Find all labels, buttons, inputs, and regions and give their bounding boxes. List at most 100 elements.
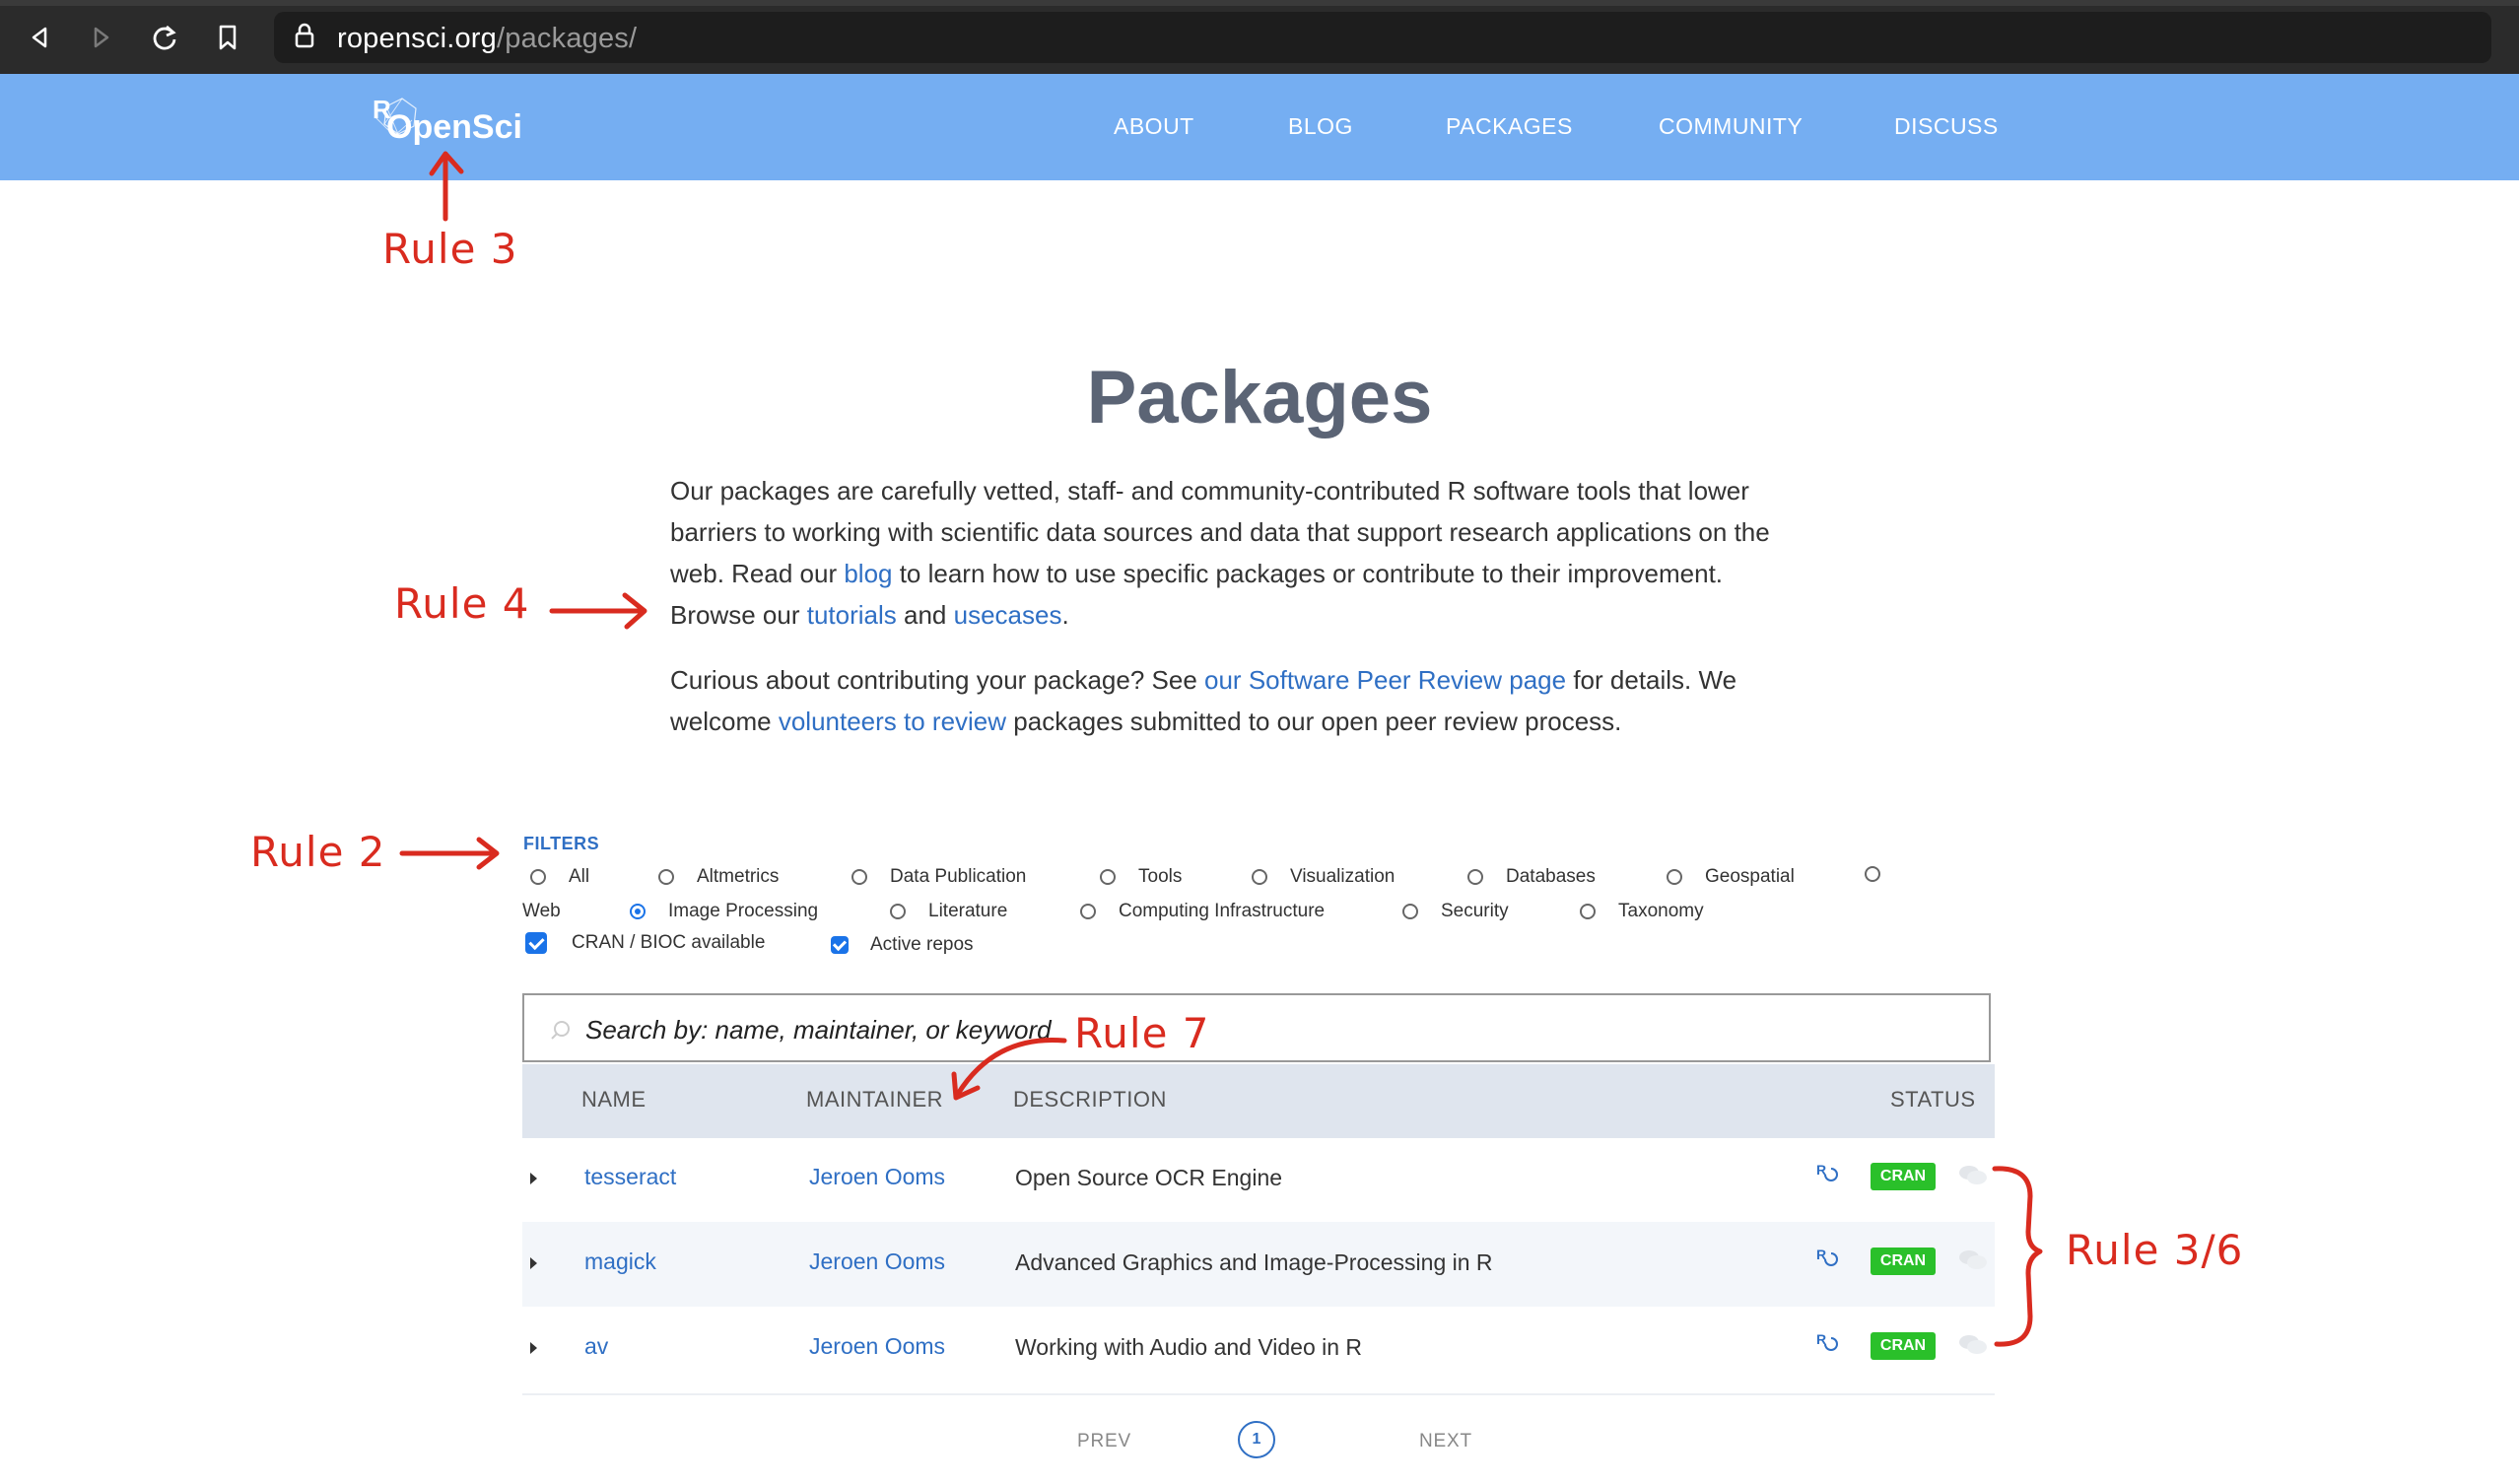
expand-caret-icon[interactable] [530,1257,537,1269]
intro-text: . [1061,600,1069,630]
reload-icon[interactable] [145,18,184,57]
search-input[interactable] [583,1009,1967,1050]
radio-icon[interactable] [1402,904,1418,919]
col-name-header[interactable]: NAME [581,1087,647,1113]
search-icon [550,1019,572,1046]
col-description-header[interactable]: DESCRIPTION [1013,1087,1167,1113]
radio-icon[interactable] [658,869,674,885]
search-box[interactable] [522,993,1991,1062]
filter-literature[interactable]: Literature [890,901,1007,922]
filter-visualization[interactable]: Visualization [1252,866,1395,888]
peer-review-link[interactable]: our Software Peer Review page [1204,665,1566,695]
discussion-icon[interactable] [1957,1332,1989,1363]
radio-icon[interactable] [851,869,867,885]
rule4-arrow-head [622,592,647,630]
table-row: av Jeroen Ooms Working with Audio and Vi… [522,1307,1995,1391]
package-description: Working with Audio and Video in R [1015,1334,1363,1360]
nav-blog[interactable]: BLOG [1288,113,1353,140]
filter-tools[interactable]: Tools [1100,866,1182,888]
filter-altmetrics[interactable]: Altmetrics [658,866,779,888]
filter-web[interactable]: Web [522,901,561,922]
expand-caret-icon[interactable] [530,1342,537,1354]
discussion-icon[interactable] [1957,1163,1989,1193]
back-icon[interactable] [20,18,59,57]
maintainer-link[interactable]: Jeroen Ooms [809,1333,945,1360]
filter-label: Databases [1506,866,1596,887]
filter-label: Data Publication [890,866,1027,887]
checkbox-checked-icon[interactable] [831,936,849,954]
browser-toolbar: ropensci.org/packages/ [0,0,2519,74]
filter-all[interactable]: All [530,866,589,888]
radio-icon[interactable] [1865,866,1880,882]
radio-icon[interactable] [1467,869,1483,885]
radio-icon[interactable] [1580,904,1596,919]
url-host: ropensci.org [337,23,497,54]
filter-taxonomy[interactable]: Taxonomy [1580,901,1704,922]
filter-label: Visualization [1290,866,1396,887]
url-path: /packages/ [497,23,638,54]
pagination-current-page[interactable]: 1 [1238,1421,1275,1458]
cran-badge[interactable]: CRAN [1871,1163,1936,1190]
annotation-rule4: Rule 4 [394,579,530,628]
filter-data-publication[interactable]: Data Publication [851,866,1026,888]
filter-label: Taxonomy [1618,901,1704,921]
radio-icon[interactable] [1667,869,1682,885]
filters-label: FILTERS [523,834,600,853]
col-maintainer-header[interactable]: MAINTAINER [806,1087,943,1113]
maintainer-link[interactable]: Jeroen Ooms [809,1164,945,1190]
filter-image-processing[interactable]: Image Processing [630,901,818,922]
tutorials-link[interactable]: tutorials [807,600,897,630]
filter-label: Security [1441,901,1509,921]
filter-databases[interactable]: Databases [1467,866,1596,888]
logo-text: OpenSci [386,108,522,146]
filter-web-radio[interactable] [1865,866,1903,882]
filter-geospatial[interactable]: Geospatial [1667,866,1795,888]
col-status-header[interactable]: STATUS [1890,1087,1976,1113]
check-cran-bioc[interactable]: CRAN / BIOC available [525,932,765,954]
filter-label: Altmetrics [697,866,780,887]
nav-packages[interactable]: PACKAGES [1446,113,1573,140]
filter-label: Computing Infrastructure [1119,901,1326,921]
cran-badge[interactable]: CRAN [1871,1332,1936,1360]
address-bar[interactable]: ropensci.org/packages/ [274,12,2491,63]
forward-icon[interactable] [82,18,121,57]
filter-computing-infrastructure[interactable]: Computing Infrastructure [1080,901,1325,922]
filter-label: Tools [1138,866,1183,887]
package-name-link[interactable]: tesseract [584,1164,676,1190]
nav-discuss[interactable]: DISCUSS [1894,113,1999,140]
radio-icon[interactable] [1100,869,1116,885]
volunteers-link[interactable]: volunteers to review [779,707,1006,736]
discussion-icon[interactable] [1957,1248,1989,1278]
package-name-link[interactable]: magick [584,1248,656,1275]
filter-label: Literature [928,901,1008,921]
package-name-link[interactable]: av [584,1333,608,1360]
bookmark-icon[interactable] [208,18,247,57]
ropensci-reviewed-icon[interactable]: R [1815,1161,1841,1193]
pagination-prev[interactable]: PREV [1077,1431,1131,1452]
check-active-repos[interactable]: Active repos [831,934,974,956]
radio-icon[interactable] [1080,904,1096,919]
radio-icon[interactable] [1252,869,1267,885]
blog-link[interactable]: blog [844,559,892,588]
usecases-link[interactable]: usecases [954,600,1062,630]
radio-icon[interactable] [890,904,906,919]
url-text[interactable]: ropensci.org/packages/ [337,23,637,55]
tab-strip [0,0,2519,6]
table-row: magick Jeroen Ooms Advanced Graphics and… [522,1222,1995,1307]
nav-community[interactable]: COMMUNITY [1659,113,1803,140]
package-description: Open Source OCR Engine [1015,1165,1283,1190]
radio-checked-icon[interactable] [630,904,646,919]
package-description: Advanced Graphics and Image-Processing i… [1015,1249,1493,1275]
annotation-rule36: Rule 3/6 [2066,1226,2244,1274]
cran-badge[interactable]: CRAN [1871,1248,1936,1275]
ropensci-reviewed-icon[interactable]: R [1815,1330,1841,1363]
expand-caret-icon[interactable] [530,1173,537,1184]
maintainer-link[interactable]: Jeroen Ooms [809,1248,945,1275]
filter-security[interactable]: Security [1402,901,1509,922]
checkbox-checked-icon[interactable] [525,932,547,954]
nav-about[interactable]: ABOUT [1114,113,1194,140]
radio-icon[interactable] [530,869,546,885]
filter-label: Web [522,901,561,921]
pagination-next[interactable]: NEXT [1419,1431,1472,1452]
ropensci-reviewed-icon[interactable]: R [1815,1246,1841,1278]
